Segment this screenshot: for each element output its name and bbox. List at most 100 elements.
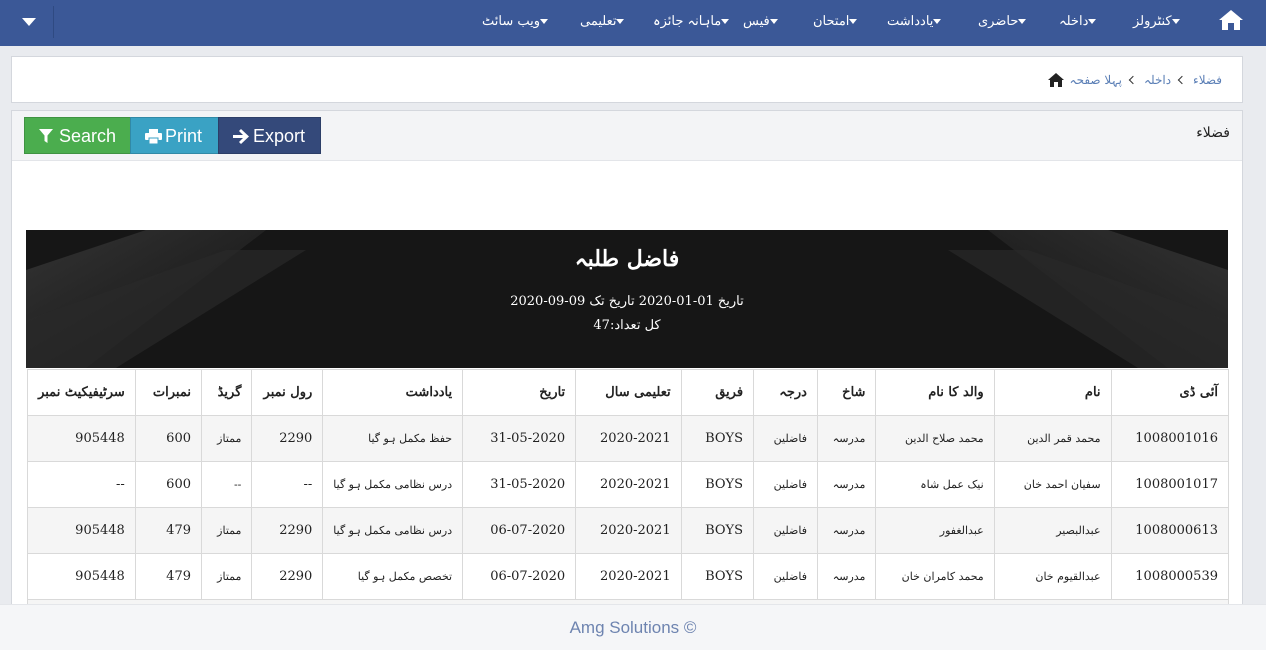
cell-name: عبدالقیوم خان — [993, 553, 1112, 600]
table-row: 1008001017 سفیان احمد خان نیک عمل شاہ مد… — [27, 461, 1230, 508]
cell-note: درس نظامی مکمل ہو گیا — [322, 507, 464, 554]
cell-name: سفیان احمد خان — [993, 461, 1112, 508]
cell-certificate-number: 905448 — [27, 507, 136, 554]
cell-note: حفظ مکمل ہو گیا — [322, 415, 464, 462]
nav-item-educational[interactable]: تعلیمی — [580, 11, 629, 33]
cell-grade: ممتاز — [200, 507, 253, 554]
column-header-father-name: والد کا نام — [875, 369, 995, 416]
caret-down-icon — [1018, 19, 1027, 24]
nav-item-monthly-review[interactable]: ماہانہ جائزہ — [653, 11, 734, 33]
report-date-range: تاریخ 01-01-2020 تاریخ تک 09-09-2020 — [510, 294, 744, 309]
cell-academic-year: 2020-2021 — [575, 507, 682, 554]
caret-down-icon — [849, 19, 858, 24]
column-header-group: فریق — [680, 369, 755, 416]
print-button[interactable]: Print — [130, 117, 219, 154]
print-icon — [145, 129, 162, 144]
cell-branch: مدرسہ — [816, 461, 877, 508]
search-button[interactable]: Search — [24, 117, 131, 154]
cell-note: درس نظامی مکمل ہو گیا — [322, 461, 464, 508]
cell-academic-year: 2020-2021 — [575, 553, 682, 600]
footer-copyright: Amg Solutions © — [569, 618, 697, 637]
cell-group: BOYS — [680, 553, 755, 600]
cell-grade: -- — [200, 461, 253, 508]
chevron-right-icon — [1128, 75, 1138, 85]
arrow-right-icon — [233, 129, 249, 144]
report-title: فاضل طلبہ — [574, 246, 680, 272]
table-row: 1008000613 عبدالبصیر عبدالغفور مدرسہ فاض… — [27, 507, 1230, 554]
panel-title: فضلاء — [1196, 125, 1230, 141]
cell-father-name: محمد صلاح الدین — [875, 415, 995, 462]
breadcrumb-home-link[interactable]: پہلا صفحہ — [1070, 73, 1122, 87]
table-row: 1008000539 عبدالقیوم خان محمد کامران خان… — [27, 553, 1230, 600]
home-icon[interactable] — [1218, 9, 1244, 33]
nav-item-label: یادداشت — [887, 14, 934, 29]
cell-grade-level: فاضلین — [753, 553, 818, 600]
column-header-name: نام — [993, 369, 1112, 416]
cell-branch: مدرسہ — [816, 415, 877, 462]
nav-item-attendance[interactable]: حاضری — [978, 11, 1031, 33]
cell-date: 31-05-2020 — [462, 415, 577, 462]
cell-group: BOYS — [680, 461, 755, 508]
column-header-grade-level: درجہ — [753, 369, 818, 416]
cell-academic-year: 2020-2021 — [575, 461, 682, 508]
cell-date: 06-07-2020 — [462, 507, 577, 554]
column-header-id: آئی ڈی — [1110, 369, 1230, 416]
cell-marks: 479 — [134, 553, 203, 600]
nav-item-fees[interactable]: فیس — [743, 11, 783, 33]
caret-down-icon — [1088, 19, 1097, 24]
graduates-table: آئی ڈی نام والد کا نام شاخ درجہ فریق تعل… — [27, 369, 1230, 604]
cell-marks: 479 — [134, 507, 203, 554]
breadcrumb: پہلا صفحہ داخلہ فضلاء — [1047, 71, 1222, 89]
column-header-note: یادداشت — [322, 369, 464, 416]
cell-note: تخصص مکمل ہو گیا — [322, 553, 464, 600]
caret-down-icon — [933, 19, 942, 24]
nav-item-admission[interactable]: داخلہ — [1059, 11, 1101, 33]
nav-item-label: حاضری — [978, 14, 1019, 29]
cell-grade-level: فاضلین — [753, 415, 818, 462]
search-button-label: Search — [59, 126, 117, 146]
nav-item-website[interactable]: ویب سائٹ — [482, 11, 553, 33]
home-icon — [1047, 73, 1064, 87]
cell-certificate-number: 905448 — [27, 415, 136, 462]
cell-grade-level: فاضلین — [753, 507, 818, 554]
nav-dropdown-toggle[interactable] — [20, 15, 38, 31]
nav-item-controls[interactable]: کنٹرولز — [1133, 11, 1185, 33]
cell-branch: مدرسہ — [816, 507, 877, 554]
column-header-roll-number: رول نمبر — [251, 369, 324, 416]
column-header-marks: نمبرات — [134, 369, 203, 416]
cell-name: محمد قمر الدین — [993, 415, 1112, 462]
chevron-right-icon — [1177, 75, 1187, 85]
caret-down-icon — [769, 19, 778, 24]
export-button[interactable]: Export — [218, 117, 321, 154]
cell-marks: 600 — [134, 461, 203, 508]
cell-grade: ممتاز — [200, 553, 253, 600]
panel-header: Search Print Export فضلاء — [12, 111, 1242, 161]
caret-down-icon — [721, 19, 730, 24]
cell-group: BOYS — [680, 507, 755, 554]
breadcrumb-admission-link[interactable]: داخلہ — [1144, 73, 1171, 87]
nav-item-notes[interactable]: یادداشت — [887, 11, 946, 33]
report-banner: فاضل طلبہ تاریخ 01-01-2020 تاریخ تک 09-0… — [26, 230, 1228, 368]
cell-id: 1008000539 — [1110, 553, 1230, 600]
cell-roll-number: -- — [251, 461, 324, 508]
export-button-label: Export — [253, 126, 306, 146]
cell-certificate-number: 905448 — [27, 553, 136, 600]
cell-name: عبدالبصیر — [993, 507, 1112, 554]
nav-item-label: امتحان — [813, 14, 850, 29]
breadcrumb-current: فضلاء — [1193, 73, 1222, 87]
cell-father-name: محمد کامران خان — [875, 553, 995, 600]
column-header-branch: شاخ — [816, 369, 877, 416]
footer: Amg Solutions © — [0, 604, 1266, 650]
caret-down-icon — [1171, 19, 1180, 24]
breadcrumb-bar: پہلا صفحہ داخلہ فضلاء — [11, 56, 1243, 103]
graduates-panel: Search Print Export فضلاء فاضل طلبہ تاری… — [11, 110, 1243, 605]
cell-id: 1008001017 — [1110, 461, 1230, 508]
nav-item-exams[interactable]: امتحان — [813, 11, 862, 33]
cell-date: 06-07-2020 — [462, 553, 577, 600]
nav-item-label: ویب سائٹ — [482, 14, 541, 29]
column-header-academic-year: تعلیمی سال — [575, 369, 682, 416]
top-navbar: ویب سائٹ تعلیمی ماہانہ جائزہ فیس امتحان … — [0, 0, 1266, 46]
cell-grade: ممتاز — [200, 415, 253, 462]
cell-certificate-number: -- — [27, 461, 136, 508]
cell-roll-number: 2290 — [251, 415, 324, 462]
